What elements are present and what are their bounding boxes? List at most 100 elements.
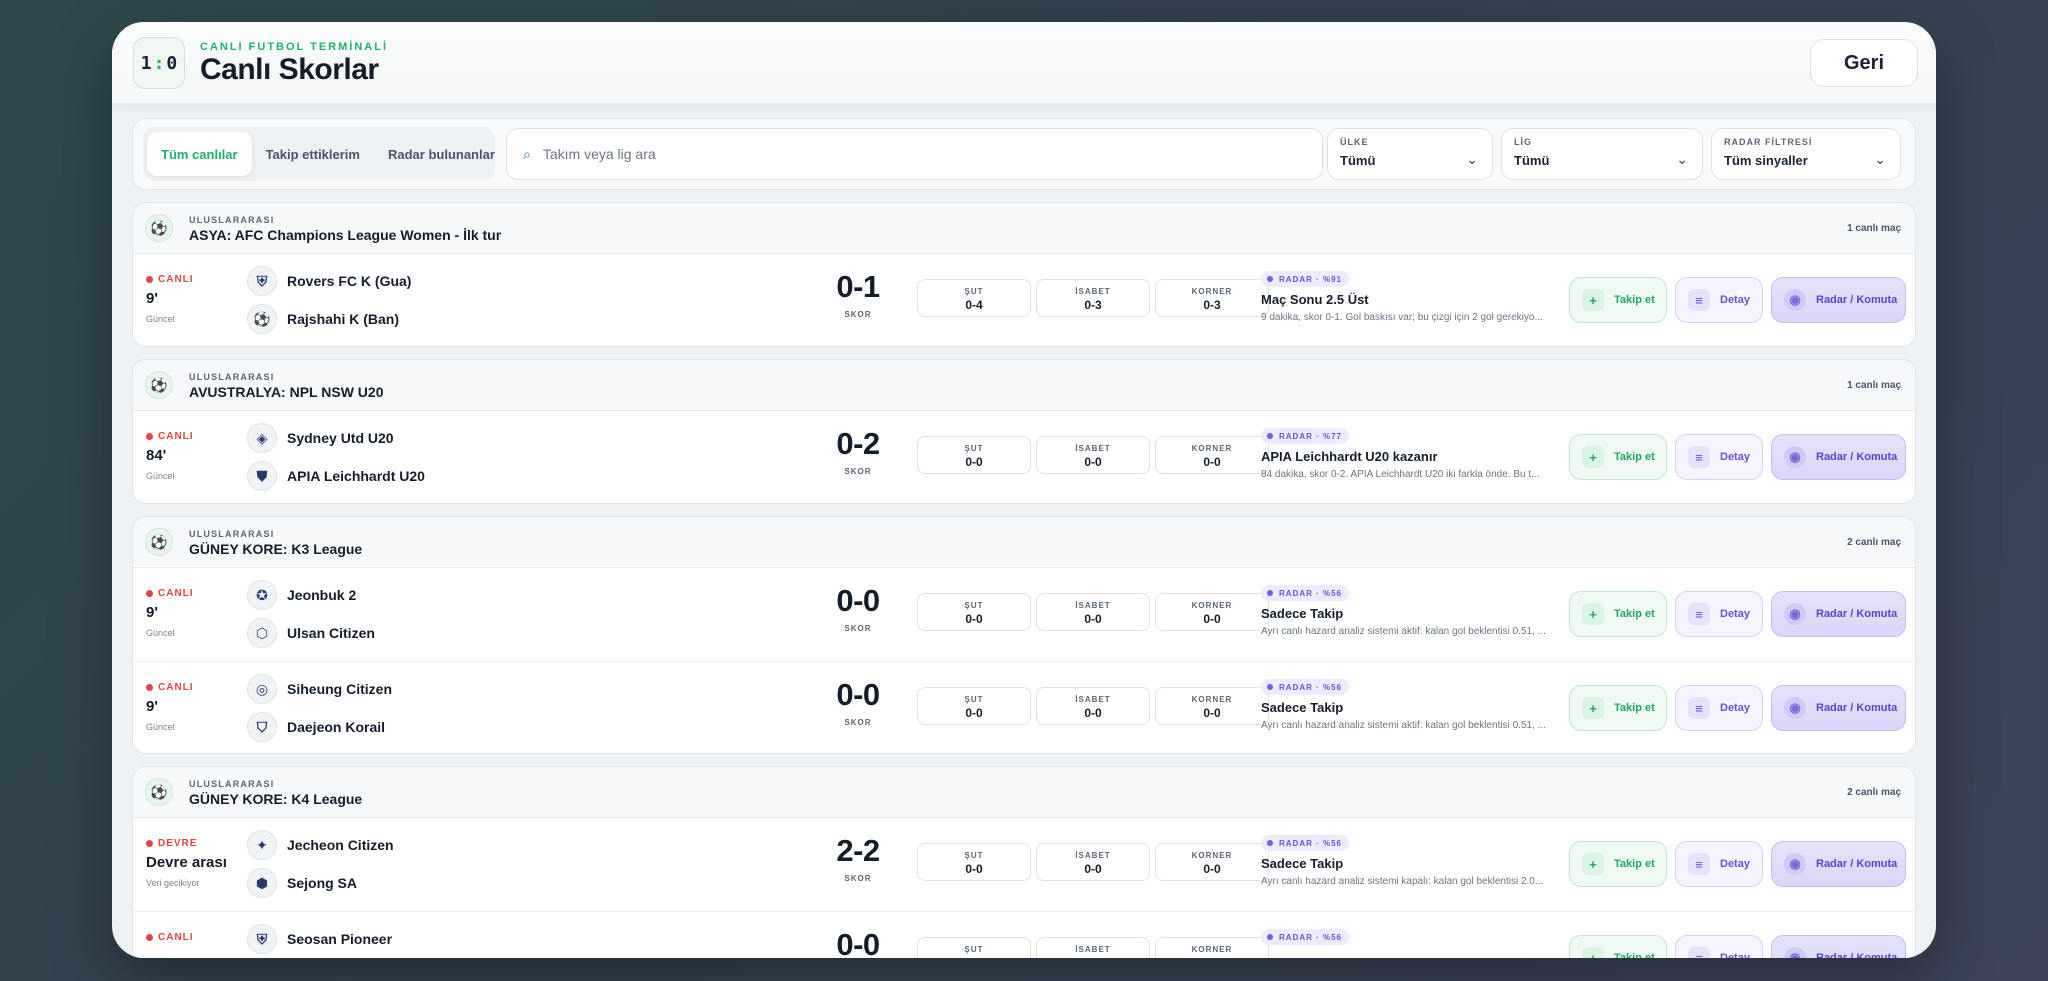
follow-label: Takip et — [1614, 702, 1655, 714]
team-crest-icon: ⬡ — [247, 618, 277, 648]
score-label: SKOR — [844, 624, 872, 633]
home-team-name: Jeonbuk 2 — [287, 587, 357, 603]
radar-command-button[interactable]: ◉ Radar / Komuta — [1771, 434, 1906, 480]
league-select-value: Tümü — [1514, 153, 1550, 168]
radar-command-label: Radar / Komuta — [1816, 702, 1898, 714]
match-minute: 9' — [146, 604, 158, 621]
country-select-value: Tümü — [1340, 153, 1376, 168]
match-row[interactable]: CANLI ⛨Seosan Pioneer 0-0 SKOR ŞUT İSABE… — [133, 911, 1915, 958]
match-row[interactable]: DEVRE Devre arası Veri gecikiyor ✦ Jecheo… — [133, 818, 1915, 911]
away-team: ⬢ Sejong SA — [247, 868, 357, 898]
stat-label: İSABET — [1075, 444, 1111, 453]
radar-command-button[interactable]: ◉ Radar / Komuta — [1771, 591, 1906, 637]
match-status: CANLI — [146, 431, 194, 442]
stat-value: 0-0 — [1203, 612, 1221, 626]
team-crest-icon: ⛊ — [247, 461, 277, 491]
radar-badge: RADAR · %56 — [1261, 679, 1350, 695]
radar-command-button[interactable]: ◉ Radar / Komuta — [1771, 277, 1906, 323]
app-logo: 1:0 — [133, 37, 185, 89]
league-name: GÜNEY KORE: K3 League — [189, 541, 363, 557]
stat-label: KORNER — [1191, 945, 1233, 954]
follow-button[interactable]: + Takip et — [1569, 685, 1667, 731]
stat-label: KORNER — [1191, 444, 1233, 453]
detail-button[interactable]: ≡ Detay — [1675, 591, 1763, 637]
league-group: ⚽ ULUSLARARASI GÜNEY KORE: K4 League 2 c… — [132, 766, 1916, 958]
away-team: ⛊ APIA Leichhardt U20 — [247, 461, 425, 491]
country-select[interactable]: ÜLKE Tümü ⌄ — [1327, 128, 1493, 180]
radar-filter-select[interactable]: RADAR FİLTRESİ Tüm sinyaller ⌄ — [1711, 128, 1901, 180]
stat-shots: ŞUT 0-0 — [917, 436, 1031, 474]
away-team-name: Daejeon Korail — [287, 719, 386, 735]
stat-label: KORNER — [1191, 601, 1233, 610]
score-label: SKOR — [844, 310, 872, 319]
follow-button[interactable]: + Takip et — [1569, 935, 1667, 958]
detail-button[interactable]: ≡ Detay — [1675, 434, 1763, 480]
away-team-name: APIA Leichhardt U20 — [287, 468, 425, 484]
follow-label: Takip et — [1614, 294, 1655, 306]
radar-icon: ◉ — [1784, 446, 1806, 468]
stat-shots: ŞUT 0-0 — [917, 687, 1031, 725]
match-row[interactable]: CANLI 84' Güncel ◈ Sydney Utd U20 ⛊ APIA L… — [133, 411, 1915, 503]
radar-confidence: RADAR · %56 — [1279, 588, 1343, 598]
stat-label: ŞUT — [964, 945, 984, 954]
radar-command-button[interactable]: ◉ Radar / Komuta — [1771, 841, 1906, 887]
follow-label: Takip et — [1614, 858, 1655, 870]
live-match-count: 2 canlı maç — [1847, 537, 1901, 548]
live-dot-icon — [146, 934, 153, 941]
tab-radar-found[interactable]: Radar bulunanlar — [374, 132, 509, 176]
home-team: ◎ Siheung Citizen — [247, 674, 392, 704]
detail-button[interactable]: ≡ Detay — [1675, 685, 1763, 731]
list-icon: ≡ — [1688, 697, 1710, 719]
radar-confidence: RADAR · %77 — [1279, 431, 1343, 441]
detail-button[interactable]: ≡ Detay — [1675, 277, 1763, 323]
radar-badge: RADAR · %91 — [1261, 271, 1350, 287]
status-label: CANLI — [158, 682, 194, 693]
radar-command-button[interactable]: ◉ Radar / Komuta — [1771, 685, 1906, 731]
follow-button[interactable]: + Takip et — [1569, 277, 1667, 323]
tab-all-live[interactable]: Tüm canlılar — [147, 132, 252, 176]
list-icon: ≡ — [1688, 853, 1710, 875]
tab-followed[interactable]: Takip ettiklerim — [252, 132, 374, 176]
follow-label: Takip et — [1614, 608, 1655, 620]
stat-value: 0-0 — [965, 612, 983, 626]
live-dot-icon — [146, 276, 153, 283]
radar-command-button[interactable]: ◉ Radar / Komuta — [1771, 935, 1906, 958]
radar-pick: APIA Leichhardt U20 kazanır — [1261, 449, 1438, 464]
stat-value: 0-0 — [965, 706, 983, 720]
match-row[interactable]: CANLI 9' Güncel ⛨ Rovers FC K (Gua) ⚽ Rajs… — [133, 254, 1915, 346]
back-button[interactable]: Geri — [1810, 39, 1918, 87]
data-freshness: Güncel — [146, 722, 175, 732]
follow-label: Takip et — [1614, 952, 1655, 958]
match-score: 0-2 — [836, 426, 880, 461]
match-row[interactable]: CANLI 9' Güncel ◎ Siheung Citizen ⛉ Daejeo… — [133, 661, 1915, 753]
detail-button[interactable]: ≡ Detay — [1675, 935, 1763, 958]
radar-description: Ayrı canlı hazard analiz sistemi aktif: … — [1261, 720, 1546, 731]
search-box: ⌕ — [506, 128, 1323, 180]
league-header: ⚽ ULUSLARARASI ASYA: AFC Champions Leagu… — [133, 203, 1915, 254]
home-team-name: Sydney Utd U20 — [287, 430, 394, 446]
search-icon: ⌕ — [523, 145, 531, 162]
stat-value: 0-4 — [965, 298, 983, 312]
radar-description: 9 dakika, skor 0-1. Gol baskısı var; bu … — [1261, 312, 1543, 323]
home-team-name: Seosan Pioneer — [287, 931, 393, 947]
data-freshness: Güncel — [146, 314, 175, 324]
status-label: CANLI — [158, 431, 194, 442]
stat-on-target: İSABET 0-0 — [1036, 593, 1150, 631]
away-team: ⬡ Ulsan Citizen — [247, 618, 375, 648]
radar-icon: ◉ — [1784, 853, 1806, 875]
stat-value: 0-0 — [1084, 862, 1102, 876]
logo-separator: : — [153, 52, 165, 74]
match-row[interactable]: CANLI 9' Güncel ✪ Jeonbuk 2 ⬡ Ulsan Citize… — [133, 568, 1915, 661]
radar-command-label: Radar / Komuta — [1816, 608, 1898, 620]
detail-button[interactable]: ≡ Detay — [1675, 841, 1763, 887]
live-dot-icon — [146, 684, 153, 691]
follow-button[interactable]: + Takip et — [1569, 591, 1667, 637]
league-select[interactable]: LİG Tümü ⌄ — [1501, 128, 1703, 180]
stat-shots: ŞUT 0-4 — [917, 279, 1031, 317]
follow-button[interactable]: + Takip et — [1569, 841, 1667, 887]
follow-button[interactable]: + Takip et — [1569, 434, 1667, 480]
search-input[interactable] — [542, 146, 1303, 162]
stat-value: 0-3 — [1084, 298, 1102, 312]
status-label: CANLI — [158, 932, 194, 943]
score-label: SKOR — [844, 874, 872, 883]
